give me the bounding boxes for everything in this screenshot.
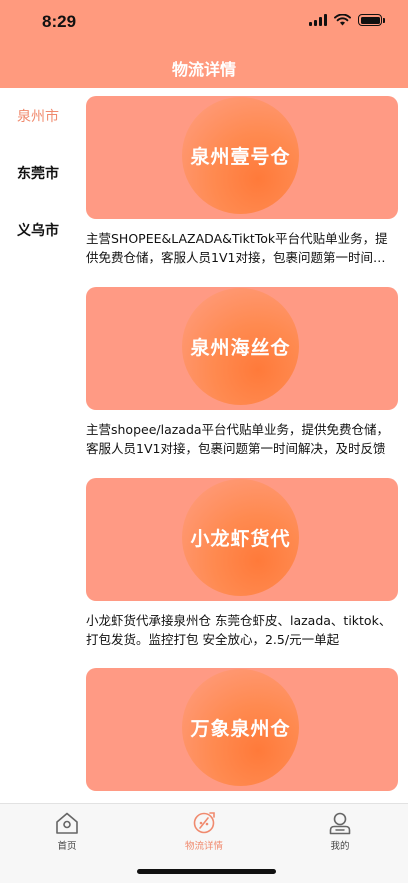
warehouse-name: 泉州壹号仓 <box>190 146 291 168</box>
tab-label: 首页 <box>57 841 77 852</box>
warehouse-name: 小龙虾货代 <box>190 528 291 550</box>
warehouse-banner[interactable]: 泉州壹号仓 <box>86 96 398 219</box>
header: 8:29 物流详情 <box>0 0 408 88</box>
warehouse-card[interactable]: 泉州海丝仓 主营shopee/lazada平台代贴单业务，提供免费仓储，客服人员… <box>86 287 398 458</box>
status-time: 8:29 <box>42 12 77 31</box>
warehouse-badge: 小龙虾货代 <box>182 479 299 596</box>
warehouse-badge: 万象泉州仓 <box>182 669 299 786</box>
city-item-dongguan[interactable]: 东莞市 <box>17 163 59 183</box>
app-screen: 8:29 物流详情 泉州市 东莞市 义乌市 泉州壹号仓 主营SHOPEE&LAZ… <box>0 0 408 883</box>
battery-icon <box>358 14 385 26</box>
status-icons <box>309 14 385 26</box>
warehouse-card[interactable]: 泉州壹号仓 主营SHOPEE&LAZADA&TiktTok平台代贴单业务，提供免… <box>86 96 398 267</box>
warehouse-name: 泉州海丝仓 <box>190 337 291 359</box>
tab-label: 物流详情 <box>184 841 223 852</box>
warehouse-banner[interactable]: 万象泉州仓 <box>86 668 398 791</box>
signal-icon <box>309 14 327 26</box>
city-item-yiwu[interactable]: 义乌市 <box>17 220 59 240</box>
warehouse-badge: 泉州海丝仓 <box>182 288 299 405</box>
home-indicator <box>137 869 276 874</box>
tab-profile[interactable]: 我的 <box>300 810 380 852</box>
warehouse-description: 主营shopee/lazada平台代贴单业务，提供免费仓储，客服人员1V1对接，… <box>86 422 390 456</box>
logistics-icon <box>193 812 215 834</box>
warehouse-banner[interactable]: 泉州海丝仓 <box>86 287 398 410</box>
warehouse-card[interactable]: 小龙虾货代 小龙虾货代承接泉州仓 东莞仓虾皮、lazada、tiktok、打包发… <box>86 478 398 649</box>
user-icon <box>329 812 351 835</box>
warehouse-description: 小龙虾货代承接泉州仓 东莞仓虾皮、lazada、tiktok、打包发货。监控打包… <box>86 613 392 647</box>
tab-home[interactable]: 首页 <box>27 810 107 852</box>
warehouse-banner[interactable]: 小龙虾货代 <box>86 478 398 601</box>
warehouse-card[interactable]: 万象泉州仓 <box>86 668 398 791</box>
wifi-icon <box>334 14 351 26</box>
tab-label: 我的 <box>330 841 350 852</box>
warehouse-name: 万象泉州仓 <box>190 718 291 740</box>
warehouse-badge: 泉州壹号仓 <box>182 97 299 214</box>
warehouse-description: 主营SHOPEE&LAZADA&TiktTok平台代贴单业务，提供免费仓储，客服… <box>86 231 388 265</box>
tab-logistics[interactable]: 物流详情 <box>164 810 244 852</box>
home-icon <box>56 812 78 834</box>
page-title: 物流详情 <box>171 60 236 79</box>
city-item-quanzhou[interactable]: 泉州市 <box>17 106 59 126</box>
